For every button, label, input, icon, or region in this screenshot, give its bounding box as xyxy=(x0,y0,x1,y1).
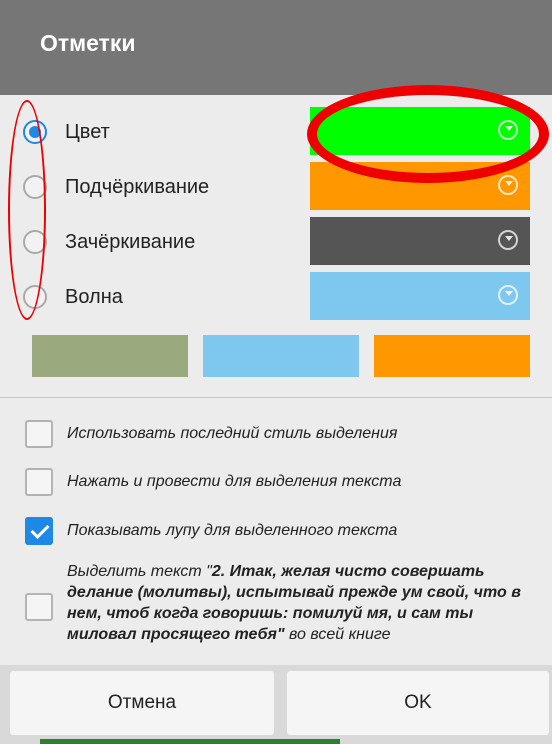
dialog-title: Отметки xyxy=(40,30,136,56)
chevron-down-icon xyxy=(498,175,518,195)
ok-button[interactable]: OK xyxy=(287,671,549,735)
radio-row-strikethrough[interactable]: Зачёркивание xyxy=(23,216,303,268)
option-press-drag[interactable]: Нажать и провести для выделения текста xyxy=(25,468,401,496)
checkbox-magnifier[interactable] xyxy=(25,517,53,545)
chevron-down-icon xyxy=(498,230,518,250)
button-bar: Отмена OK xyxy=(0,665,552,744)
checkbox-last-style[interactable] xyxy=(25,420,53,448)
divider xyxy=(0,397,552,398)
preset-swatch-2[interactable] xyxy=(203,335,359,377)
preset-swatch-1[interactable] xyxy=(32,335,188,377)
radio-row-wave[interactable]: Волна xyxy=(23,271,303,323)
option-magnifier[interactable]: Показывать лупу для выделенного текста xyxy=(25,517,397,545)
highlight-all-prefix: Выделить текст " xyxy=(67,563,212,580)
dialog-header: Отметки xyxy=(0,0,552,95)
option-last-style[interactable]: Использовать последний стиль выделения xyxy=(25,420,397,448)
radio-label-underline: Подчёркивание xyxy=(65,175,210,198)
annotation-ellipse-color xyxy=(307,85,549,183)
highlight-all-text[interactable]: Выделить текст "2. Итак, желая чисто сов… xyxy=(67,561,537,645)
color-dropdown-wave[interactable] xyxy=(310,272,530,320)
cancel-button[interactable]: Отмена xyxy=(10,671,274,735)
annotation-ellipse-radios xyxy=(8,100,46,320)
preset-swatch-3[interactable] xyxy=(374,335,530,377)
radio-label-wave: Волна xyxy=(65,285,123,308)
checkbox-highlight-all[interactable] xyxy=(25,593,53,621)
option-label-last-style: Использовать последний стиль выделения xyxy=(67,425,398,442)
option-label-press-drag: Нажать и провести для выделения текста xyxy=(67,473,402,490)
radio-label-strikethrough: Зачёркивание xyxy=(65,230,196,253)
highlight-all-suffix: во всей книге xyxy=(284,626,391,643)
checkbox-press-drag[interactable] xyxy=(25,468,53,496)
background-strip xyxy=(40,739,340,744)
radio-row-underline[interactable]: Подчёркивание xyxy=(23,161,303,213)
radio-row-color[interactable]: Цвет xyxy=(23,106,303,158)
chevron-down-icon xyxy=(498,285,518,305)
color-dropdown-strikethrough[interactable] xyxy=(310,217,530,265)
option-label-magnifier: Показывать лупу для выделенного текста xyxy=(67,522,398,539)
radio-label-color: Цвет xyxy=(65,120,110,143)
